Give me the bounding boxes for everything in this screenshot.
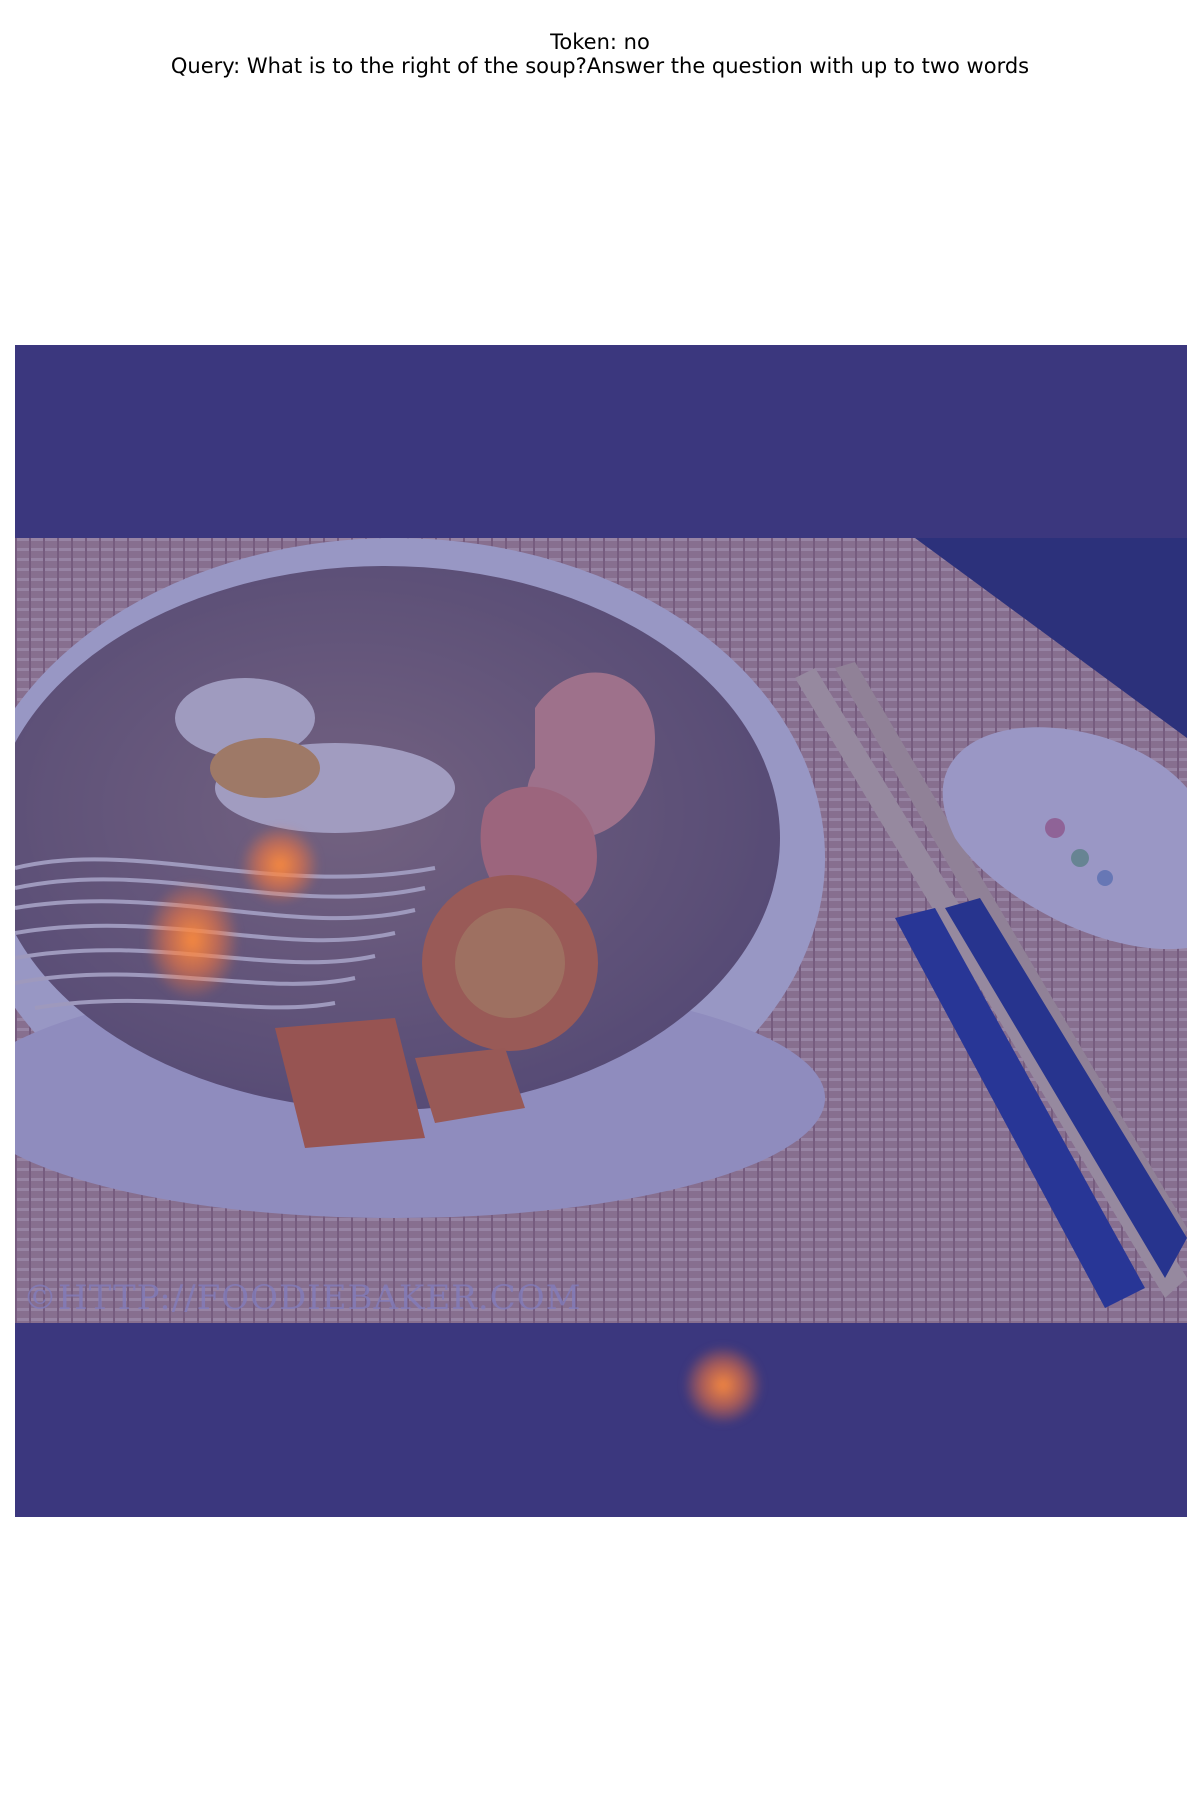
token-label: Token: no <box>550 30 650 54</box>
figure-title: Token: no Query: What is to the right of… <box>0 30 1200 78</box>
egg-yolk <box>210 738 320 798</box>
attention-figure: ©HTTP://FOODIEBAKER.COM <box>15 345 1187 1517</box>
watermark: ©HTTP://FOODIEBAKER.COM <box>23 1278 582 1318</box>
query-label: Query: What is to the right of the soup?… <box>170 54 1030 78</box>
photo-drawing <box>15 538 1187 1323</box>
heat-spot-below-image <box>683 1345 763 1425</box>
food-photo: ©HTTP://FOODIEBAKER.COM <box>15 538 1187 1323</box>
